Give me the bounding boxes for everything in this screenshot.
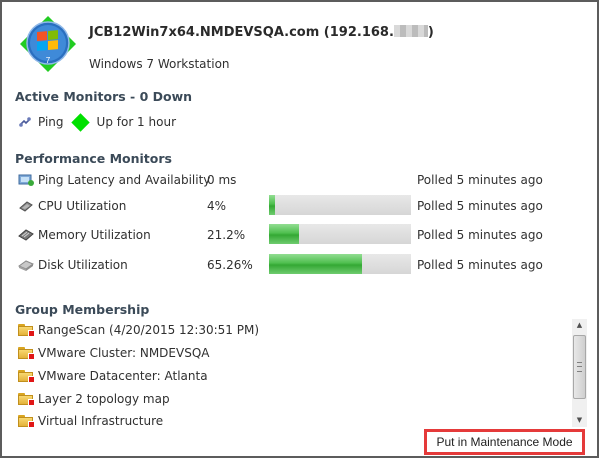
perf-polled: Polled 5 minutes ago	[417, 199, 543, 213]
group-item-vmware-datacenter[interactable]: VMware Datacenter: Atlanta	[18, 368, 208, 384]
perf-row-cpu[interactable]: CPU Utilization 4% Polled 5 minutes ago	[18, 195, 578, 216]
disk-utilization-bar-fill	[269, 254, 362, 274]
scrollbar-thumb[interactable]	[573, 335, 586, 399]
group-membership-list[interactable]: RangeScan (4/20/2015 12:30:51 PM) VMware…	[16, 319, 571, 429]
group-item-label: VMware Datacenter: Atlanta	[38, 369, 208, 383]
memory-utilization-bar-fill	[269, 224, 300, 244]
folder-icon	[18, 392, 35, 406]
memory-icon	[18, 228, 34, 242]
device-title-suffix: )	[427, 25, 434, 40]
performance-monitors-heading: Performance Monitors	[15, 151, 172, 166]
ping-monitor-name: Ping	[38, 115, 64, 129]
perf-polled: Polled 5 minutes ago	[417, 173, 543, 187]
disk-icon	[17, 258, 35, 272]
folder-icon	[18, 414, 35, 428]
group-item-label: RangeScan (4/20/2015 12:30:51 PM)	[38, 323, 260, 337]
latency-icon	[18, 173, 34, 187]
scroll-grip-icon	[577, 362, 582, 372]
maintenance-mode-button[interactable]: Put in Maintenance Mode	[424, 429, 585, 455]
scroll-up-arrow-icon[interactable]: ▲	[572, 319, 587, 332]
status-up-diamond-icon	[70, 112, 90, 132]
active-monitor-ping[interactable]: Ping Up for 1 hour	[18, 112, 176, 132]
perf-value: 0 ms	[207, 173, 237, 187]
folder-icon	[18, 346, 35, 360]
memory-utilization-bar	[269, 224, 411, 244]
group-item-rangescan[interactable]: RangeScan (4/20/2015 12:30:51 PM)	[18, 322, 259, 338]
group-membership-heading: Group Membership	[15, 302, 150, 317]
cpu-utilization-bar-fill	[269, 195, 275, 215]
disk-utilization-bar	[269, 254, 411, 274]
perf-name: CPU Utilization	[38, 199, 127, 213]
perf-name: Ping Latency and Availability	[38, 173, 211, 187]
ping-monitor-status: Up for 1 hour	[96, 115, 176, 129]
folder-icon	[18, 323, 35, 337]
perf-polled: Polled 5 minutes ago	[417, 258, 543, 272]
device-title: JCB12Win7x64.NMDEVSQA.com (192.168.)	[89, 25, 434, 40]
perf-value: 21.2%	[207, 228, 246, 242]
perf-name: Disk Utilization	[38, 258, 128, 272]
perf-polled: Polled 5 minutes ago	[417, 228, 543, 242]
scroll-down-arrow-icon[interactable]: ▼	[572, 414, 587, 427]
group-item-virtual-infrastructure[interactable]: Virtual Infrastructure	[18, 413, 163, 429]
device-title-text: JCB12Win7x64.NMDEVSQA.com (192.168.	[89, 25, 394, 40]
group-item-label: VMware Cluster: NMDEVSQA	[38, 346, 210, 360]
perf-row-memory[interactable]: Memory Utilization 21.2% Polled 5 minute…	[18, 224, 578, 245]
folder-icon	[18, 369, 35, 383]
device-type-label: Windows 7 Workstation	[89, 57, 230, 71]
perf-row-disk[interactable]: Disk Utilization 65.26% Polled 5 minutes…	[17, 254, 578, 275]
device-popup-panel: 7 JCB12Win7x64.NMDEVSQA.com (192.168.) W…	[0, 0, 599, 458]
ping-icon	[18, 116, 32, 128]
cpu-utilization-bar	[269, 195, 411, 215]
group-item-label: Virtual Infrastructure	[38, 414, 164, 428]
windows-7-logo-icon: 7	[18, 14, 78, 74]
ip-redaction	[393, 25, 428, 37]
active-monitors-heading: Active Monitors - 0 Down	[15, 89, 193, 104]
perf-value: 65.26%	[207, 258, 253, 272]
group-item-vmware-cluster[interactable]: VMware Cluster: NMDEVSQA	[18, 345, 209, 361]
group-list-scrollbar[interactable]: ▲ ▼	[572, 319, 587, 427]
group-item-label: Layer 2 topology map	[38, 392, 170, 406]
group-item-layer2-map[interactable]: Layer 2 topology map	[18, 391, 170, 407]
perf-name: Memory Utilization	[38, 228, 151, 242]
perf-value: 4%	[207, 199, 227, 213]
perf-row-ping-latency[interactable]: Ping Latency and Availability 0 ms Polle…	[18, 172, 578, 190]
cpu-icon	[18, 199, 34, 213]
os-version-badge: 7	[46, 56, 51, 65]
